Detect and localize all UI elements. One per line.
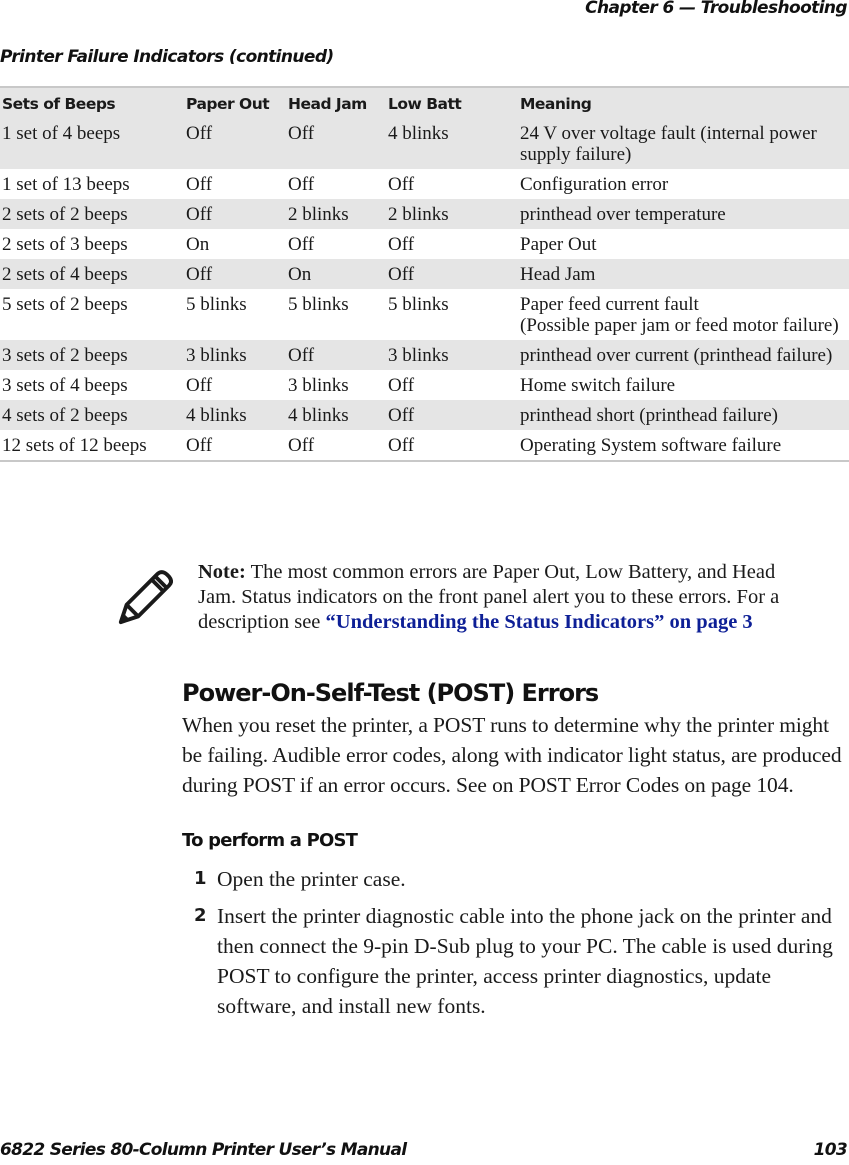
cell-paper-out: 4 blinks bbox=[186, 405, 247, 426]
step-number: 2 bbox=[194, 905, 207, 926]
status-indicators-link[interactable]: “Understanding the Status Indicators” on… bbox=[326, 611, 753, 633]
column-header-meaning: Meaning bbox=[520, 95, 592, 113]
cell-low-batt: Off bbox=[388, 435, 415, 456]
cell-head-jam: On bbox=[288, 264, 312, 285]
cell-sets-of-beeps: 5 sets of 2 beeps bbox=[2, 294, 128, 315]
cell-head-jam: 3 blinks bbox=[288, 375, 349, 396]
column-header-head-jam: Head Jam bbox=[288, 95, 367, 113]
table-row: 3 sets of 2 beeps 3 blinks Off 3 blinks prin… bbox=[0, 340, 849, 370]
cell-sets-of-beeps: 3 sets of 2 beeps bbox=[2, 345, 128, 366]
cell-meaning: 24 V over voltage fault (internal power … bbox=[520, 123, 817, 165]
table-header-row: Sets of Beeps Paper Out Head Jam Low Bat… bbox=[0, 87, 849, 118]
cell-low-batt: 5 blinks bbox=[388, 294, 449, 315]
cell-meaning: Head Jam bbox=[520, 264, 596, 285]
table-row: 3 sets of 4 beeps Off 3 blinks Off Home swit… bbox=[0, 370, 849, 400]
cell-paper-out: Off bbox=[186, 264, 213, 285]
cell-low-batt: Off bbox=[388, 174, 415, 195]
cell-head-jam: Off bbox=[288, 174, 315, 195]
table-row: 2 sets of 2 beeps Off 2 blinks 2 blinks prin… bbox=[0, 199, 849, 229]
table-row: 4 sets of 2 beeps 4 blinks 4 blinks Off prin… bbox=[0, 400, 849, 430]
post-errors-body: When you reset the printer, a POST runs … bbox=[182, 713, 842, 797]
table-row: 2 sets of 3 beeps On Off Off Paper Out bbox=[0, 229, 849, 259]
running-head: Chapter 6 — Troubleshooting bbox=[585, 0, 847, 18]
cell-meaning: printhead over current (printhead failur… bbox=[520, 345, 833, 366]
step-text: Insert the printer diagnostic cable into… bbox=[217, 904, 833, 1018]
cell-meaning: printhead short (printhead failure) bbox=[520, 405, 778, 426]
procedure-heading: To perform a POST bbox=[182, 830, 358, 851]
cell-sets-of-beeps: 2 sets of 4 beeps bbox=[2, 264, 128, 285]
cell-head-jam: 2 blinks bbox=[288, 204, 349, 225]
cell-paper-out: Off bbox=[186, 123, 213, 144]
cell-low-batt: 4 blinks bbox=[388, 123, 449, 144]
cell-paper-out: Off bbox=[186, 174, 213, 195]
step-number: 1 bbox=[194, 868, 207, 889]
cell-paper-out: Off bbox=[186, 375, 213, 396]
cell-sets-of-beeps: 12 sets of 12 beeps bbox=[2, 435, 147, 456]
note-text: Note: The most common errors are Paper O… bbox=[198, 560, 788, 635]
cell-head-jam: 4 blinks bbox=[288, 405, 349, 426]
cell-low-batt: 3 blinks bbox=[388, 345, 449, 366]
table-row: 5 sets of 2 beeps 5 blinks 5 blinks 5 blink… bbox=[0, 289, 849, 340]
cell-meaning: Operating System software failure bbox=[520, 435, 782, 456]
column-header-low-batt: Low Batt bbox=[388, 95, 462, 113]
cell-sets-of-beeps: 2 sets of 2 beeps bbox=[2, 204, 128, 225]
cell-paper-out: Off bbox=[186, 435, 213, 456]
table-row: 1 set of 13 beeps Off Off Off Configuration … bbox=[0, 169, 849, 199]
table-body: 1 set of 4 beeps Off Off 4 blinks 24 V over … bbox=[0, 118, 849, 461]
cell-paper-out: On bbox=[186, 234, 210, 255]
cell-paper-out: 3 blinks bbox=[186, 345, 247, 366]
cell-head-jam: Off bbox=[288, 234, 315, 255]
cell-head-jam: 5 blinks bbox=[288, 294, 349, 315]
cell-sets-of-beeps: 1 set of 4 beeps bbox=[2, 123, 121, 144]
step-text: Open the printer case. bbox=[217, 867, 406, 891]
cell-low-batt: 2 blinks bbox=[388, 204, 449, 225]
cell-meaning: Paper Out bbox=[520, 234, 597, 255]
column-header-paper-out: Paper Out bbox=[186, 95, 270, 113]
cell-sets-of-beeps: 1 set of 13 beeps bbox=[2, 174, 130, 195]
cell-head-jam: Off bbox=[288, 435, 315, 456]
cell-sets-of-beeps: 3 sets of 4 beeps bbox=[2, 375, 128, 396]
cell-meaning: Configuration error bbox=[520, 174, 669, 195]
cell-low-batt: Off bbox=[388, 234, 415, 255]
cell-paper-out: Off bbox=[186, 204, 213, 225]
footer-manual-title: 6822 Series 80-Column Printer User’s Man… bbox=[0, 1140, 407, 1160]
cell-sets-of-beeps: 2 sets of 3 beeps bbox=[2, 234, 128, 255]
table-row: 12 sets of 12 beeps Off Off Off Operating Sy… bbox=[0, 430, 849, 461]
cell-head-jam: Off bbox=[288, 123, 315, 144]
cell-head-jam: Off bbox=[288, 345, 315, 366]
pencil-icon bbox=[118, 570, 173, 625]
table-row: 2 sets of 4 beeps Off On Off Head Jam bbox=[0, 259, 849, 289]
cell-meaning: printhead over temperature bbox=[520, 204, 726, 225]
cell-sets-of-beeps: 4 sets of 2 beeps bbox=[2, 405, 128, 426]
table-title: Printer Failure Indicators (continued) bbox=[0, 47, 334, 67]
column-header-sets-of-beeps: Sets of Beeps bbox=[2, 95, 116, 113]
page-number: 103 bbox=[813, 1140, 848, 1160]
failure-indicators-table: Sets of Beeps Paper Out Head Jam Low Bat… bbox=[0, 86, 849, 462]
cell-low-batt: Off bbox=[388, 264, 415, 285]
cell-paper-out: 5 blinks bbox=[186, 294, 247, 315]
post-errors-heading: Power-On-Self-Test (POST) Errors bbox=[182, 679, 599, 707]
cell-meaning: Home switch failure bbox=[520, 375, 676, 396]
table-row: 1 set of 4 beeps Off Off 4 blinks 24 V over … bbox=[0, 118, 849, 169]
note-label: Note: bbox=[198, 561, 246, 583]
cell-low-batt: Off bbox=[388, 375, 415, 396]
cell-meaning: Paper feed current fault (Possible paper… bbox=[520, 294, 839, 336]
cell-low-batt: Off bbox=[388, 405, 415, 426]
